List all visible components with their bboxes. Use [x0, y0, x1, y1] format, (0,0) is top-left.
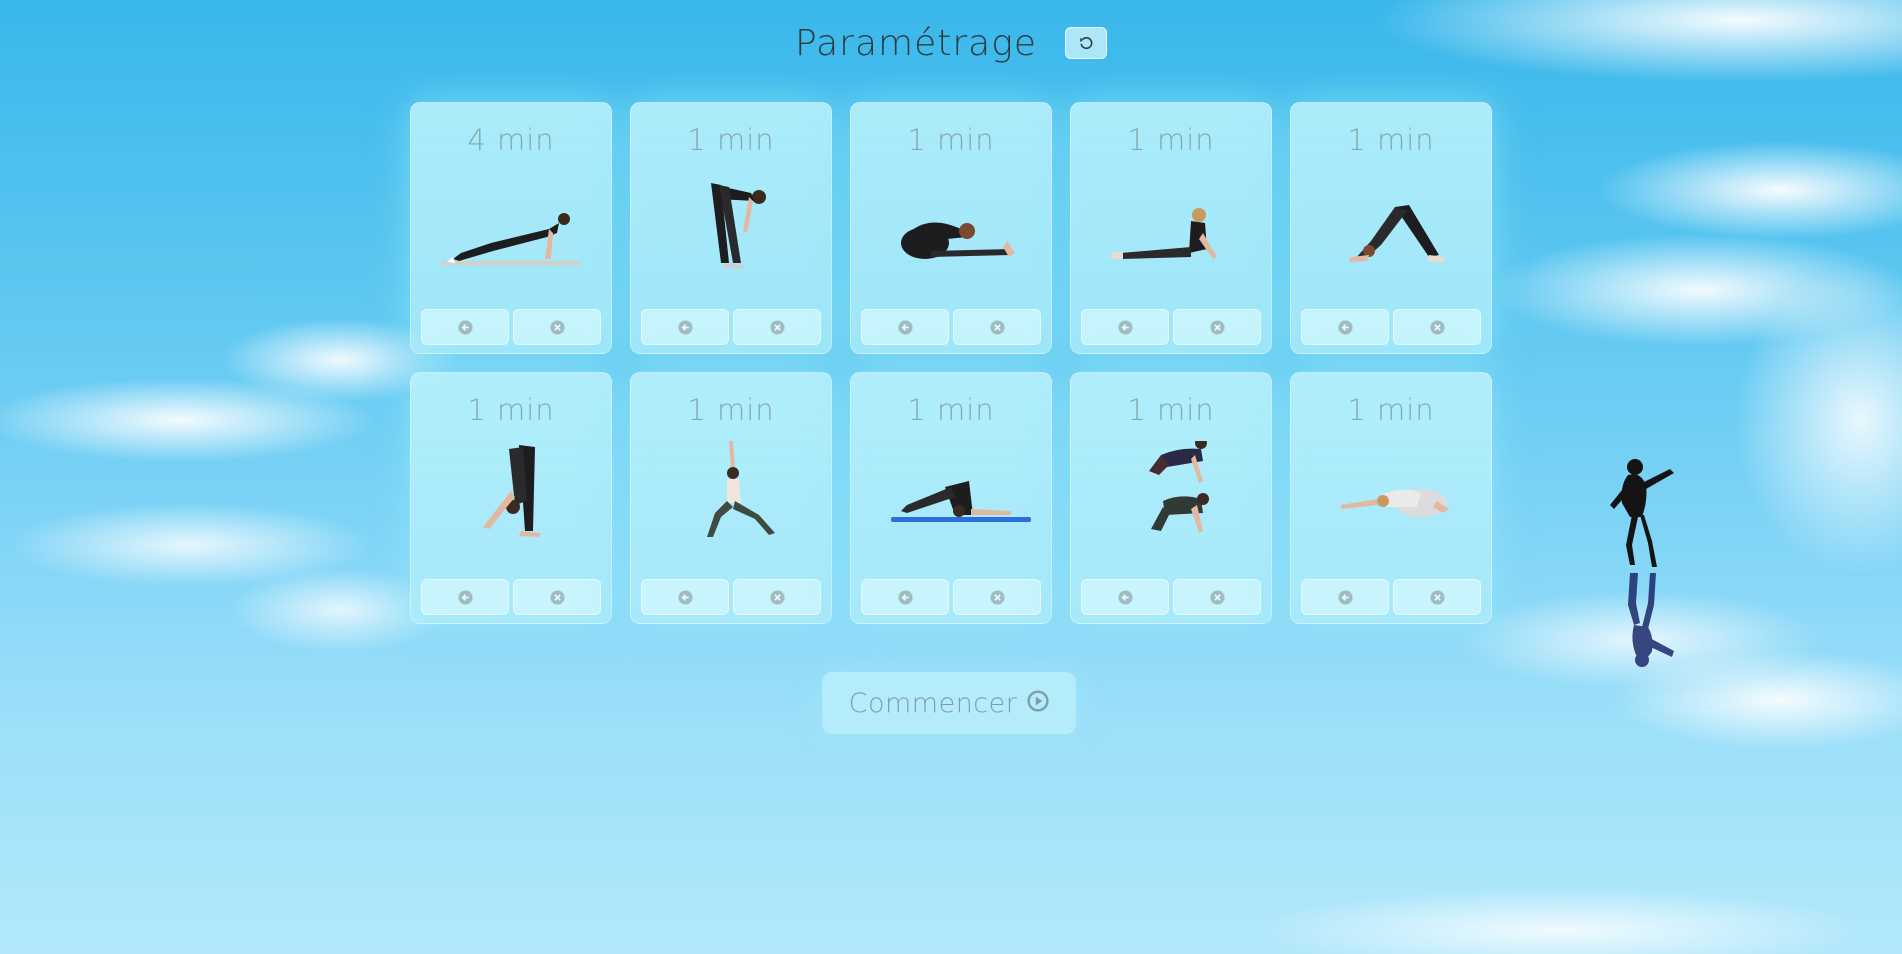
plow-pose-image: [891, 481, 1031, 522]
exercise-duration: 1 min: [1127, 393, 1215, 427]
close-circle-icon: [1429, 319, 1445, 335]
exercise-grid: 4 min 1 min 1 min 1 min 1 min 1 min 1 mi…: [410, 102, 1492, 624]
exercise-card[interactable]: 4 min: [410, 102, 612, 354]
exercise-duration: 4 min: [467, 123, 555, 157]
move-left-button[interactable]: [1301, 309, 1389, 345]
exercise-card[interactable]: 1 min: [630, 102, 832, 354]
remove-button[interactable]: [1393, 579, 1481, 615]
exercise-card[interactable]: 1 min: [850, 372, 1052, 624]
remove-button[interactable]: [1393, 309, 1481, 345]
arrow-left-circle-icon: [457, 319, 473, 335]
exercise-duration: 1 min: [467, 393, 555, 427]
close-circle-icon: [769, 319, 785, 335]
exercise-card[interactable]: 1 min: [1290, 102, 1492, 354]
downward-dog-pose-image: [1349, 205, 1445, 263]
start-button[interactable]: Commencer: [822, 672, 1076, 734]
move-left-button[interactable]: [421, 309, 509, 345]
arrow-left-circle-icon: [1117, 589, 1133, 605]
close-circle-icon: [989, 319, 1005, 335]
remove-button[interactable]: [1173, 579, 1261, 615]
page-title: Paramétrage: [795, 22, 1037, 64]
move-left-button[interactable]: [1081, 579, 1169, 615]
standing-forward-bend-pose-image: [711, 183, 766, 269]
play-circle-icon: [1027, 690, 1049, 716]
close-circle-icon: [989, 589, 1005, 605]
exercise-duration: 1 min: [907, 393, 995, 427]
close-circle-icon: [1209, 589, 1225, 605]
remove-button[interactable]: [1173, 309, 1261, 345]
exercise-card[interactable]: 1 min: [1070, 102, 1272, 354]
remove-button[interactable]: [513, 309, 601, 345]
remove-button[interactable]: [733, 579, 821, 615]
move-left-button[interactable]: [641, 309, 729, 345]
arrow-left-circle-icon: [1117, 319, 1133, 335]
remove-button[interactable]: [953, 309, 1041, 345]
arrow-left-circle-icon: [677, 589, 693, 605]
exercise-card[interactable]: 1 min: [1290, 372, 1492, 624]
move-left-button[interactable]: [1081, 309, 1169, 345]
move-left-button[interactable]: [1301, 579, 1389, 615]
exercise-duration: 1 min: [907, 123, 995, 157]
app-background: Paramétrage 4 min 1 min 1 min 1 min 1 mi…: [0, 0, 1902, 954]
wide-forward-fold-pose-image: [483, 445, 541, 537]
move-left-button[interactable]: [421, 579, 509, 615]
exercise-duration: 1 min: [687, 123, 775, 157]
reset-button[interactable]: [1064, 27, 1107, 59]
move-left-button[interactable]: [861, 309, 949, 345]
seated-forward-bend-pose-image: [901, 222, 1015, 259]
arrow-left-circle-icon: [1337, 589, 1353, 605]
close-circle-icon: [1209, 319, 1225, 335]
move-left-button[interactable]: [861, 579, 949, 615]
exercise-card[interactable]: 1 min: [630, 372, 832, 624]
close-circle-icon: [1429, 589, 1445, 605]
remove-button[interactable]: [513, 579, 601, 615]
plank-pose-image: [441, 213, 581, 265]
undo-icon: [1080, 37, 1093, 50]
exercise-duration: 1 min: [1127, 123, 1215, 157]
start-button-label: Commencer: [848, 687, 1018, 719]
background-silhouette: [1610, 459, 1674, 667]
arrow-left-circle-icon: [677, 319, 693, 335]
exercise-card[interactable]: 1 min: [410, 372, 612, 624]
arrow-left-circle-icon: [457, 589, 473, 605]
close-circle-icon: [769, 589, 785, 605]
exercise-duration: 1 min: [1347, 393, 1435, 427]
remove-button[interactable]: [953, 579, 1041, 615]
exercise-card[interactable]: 1 min: [1070, 372, 1272, 624]
child-pose-image: [1341, 489, 1449, 517]
arrow-left-circle-icon: [897, 319, 913, 335]
close-circle-icon: [549, 319, 565, 335]
remove-button[interactable]: [733, 309, 821, 345]
exercise-card[interactable]: 1 min: [850, 102, 1052, 354]
arrow-left-circle-icon: [897, 589, 913, 605]
cat-cow-pose-image: [1149, 441, 1209, 533]
move-left-button[interactable]: [641, 579, 729, 615]
exercise-duration: 1 min: [1347, 123, 1435, 157]
exercise-duration: 1 min: [687, 393, 775, 427]
header: Paramétrage: [0, 18, 1902, 68]
close-circle-icon: [549, 589, 565, 605]
arrow-left-circle-icon: [1337, 319, 1353, 335]
cobra-pose-image: [1111, 208, 1217, 259]
warrior-one-pose-image: [707, 441, 775, 537]
